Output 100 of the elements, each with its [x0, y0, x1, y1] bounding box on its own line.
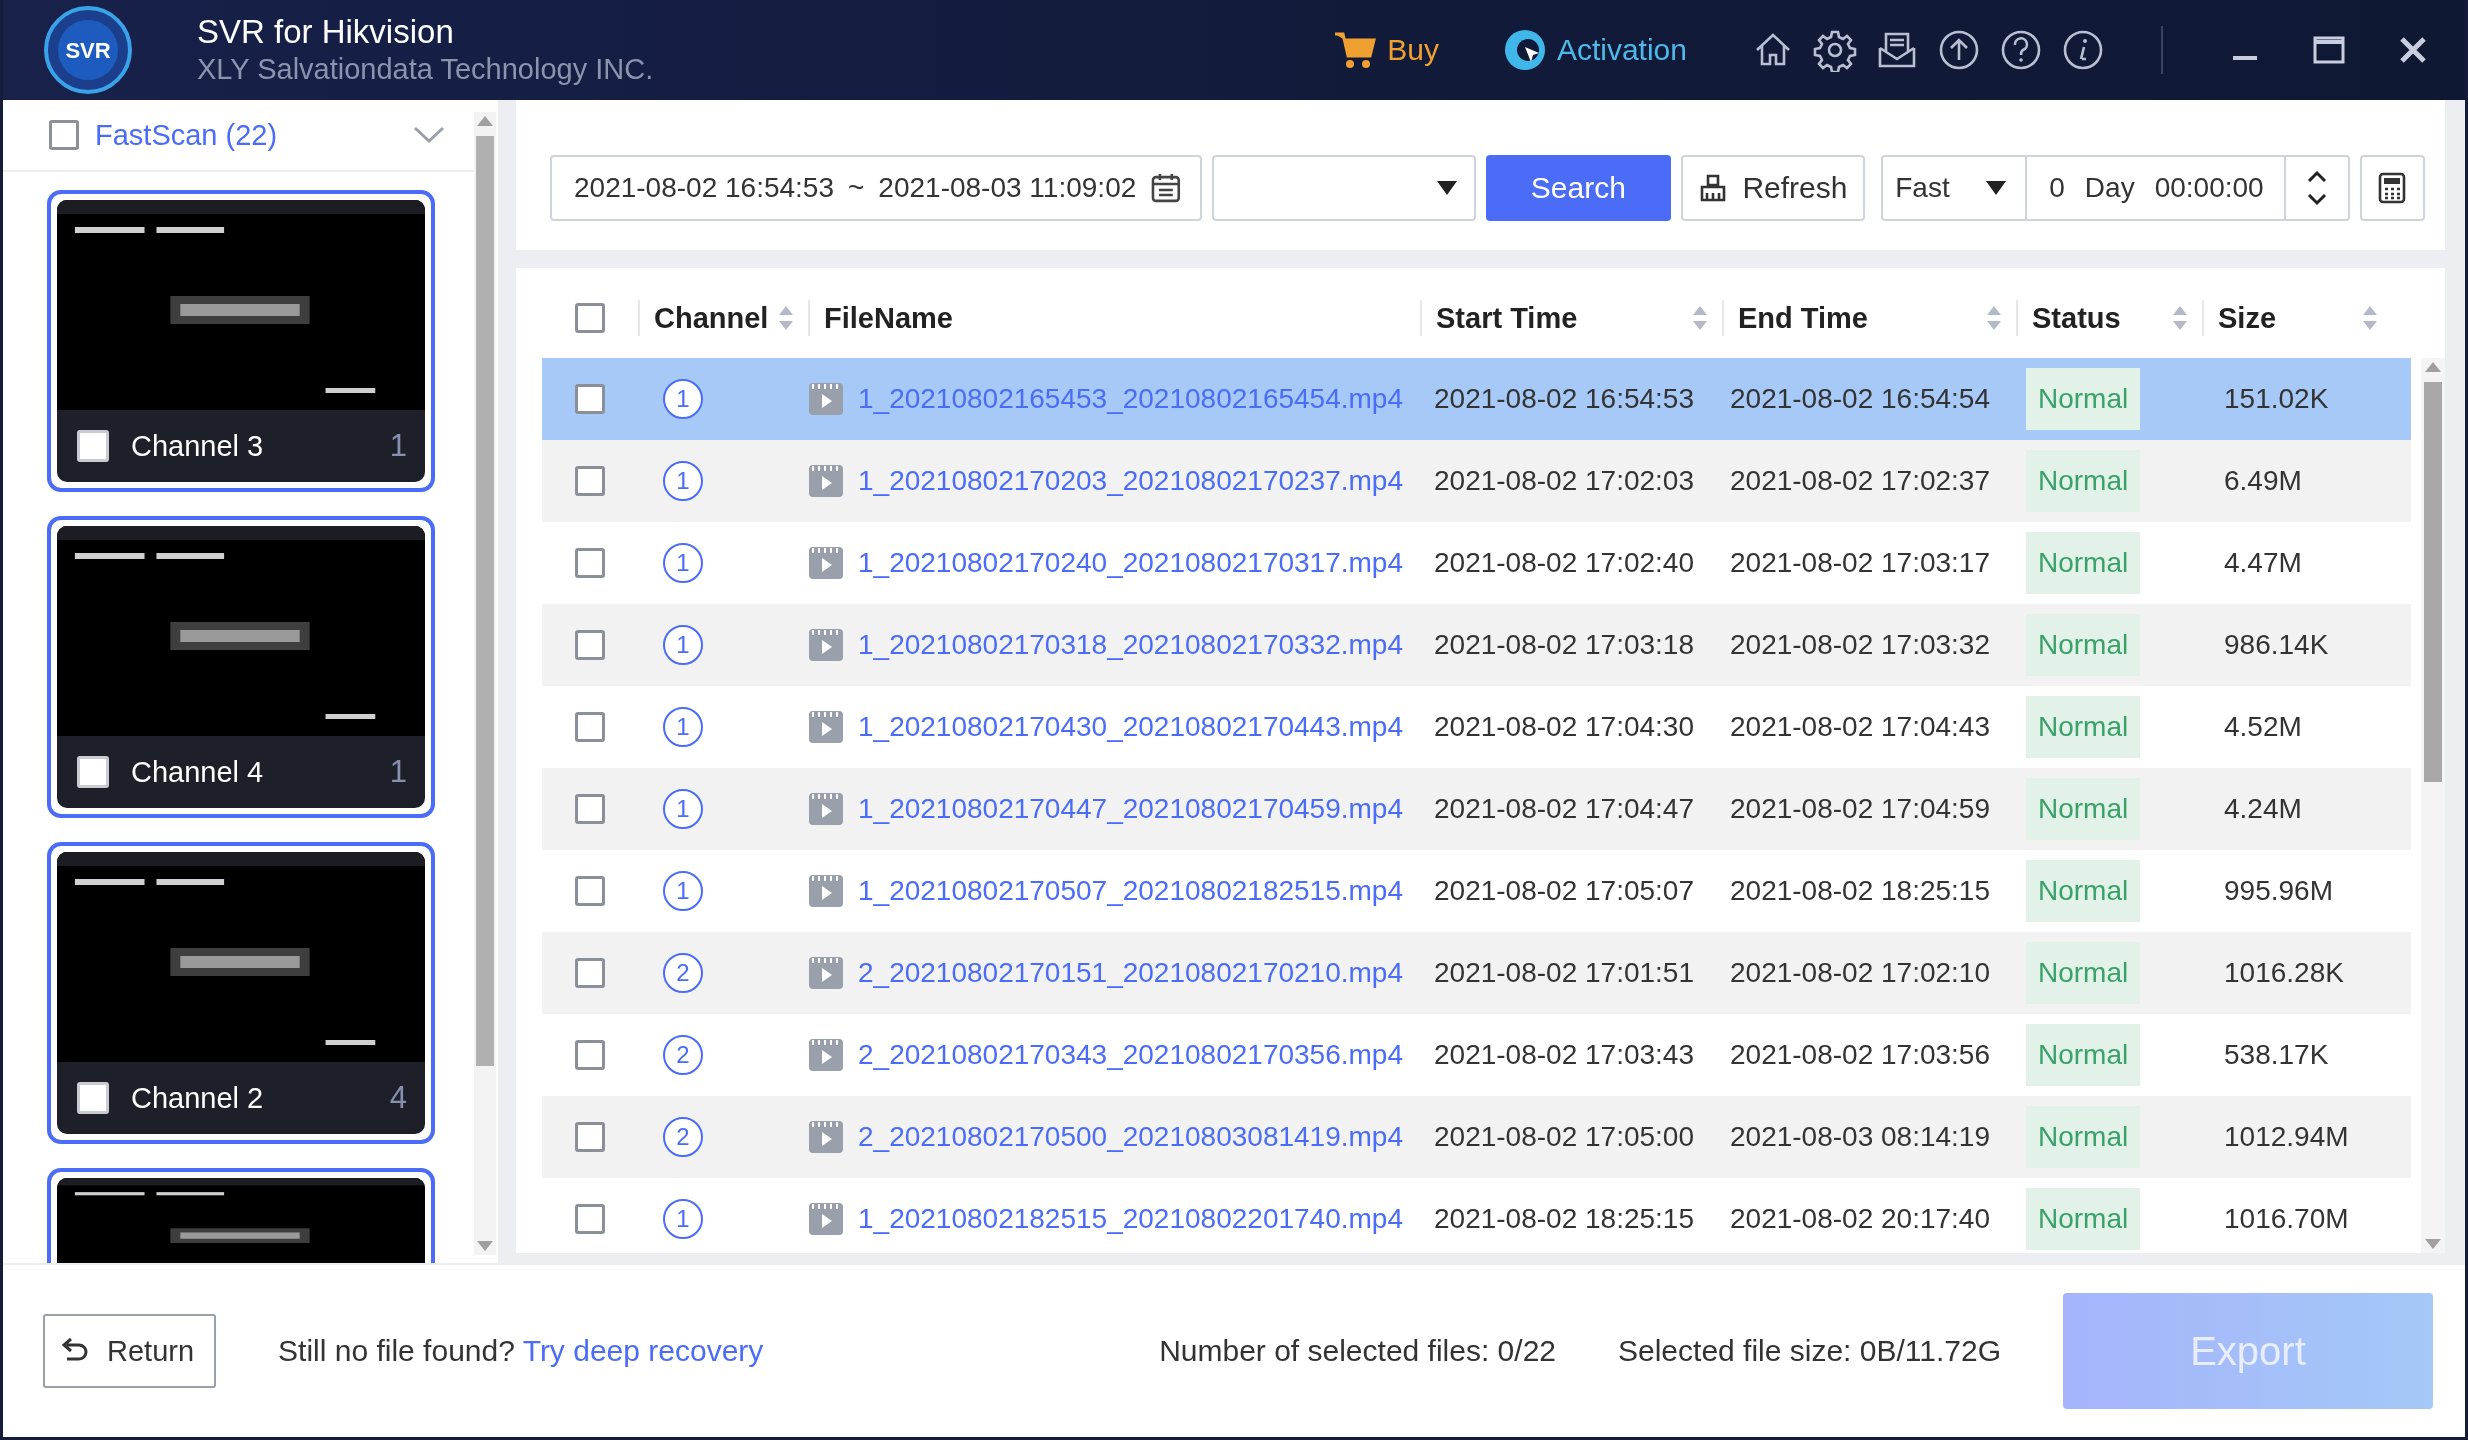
sort-icon[interactable] — [2172, 305, 2188, 331]
checkbox[interactable] — [575, 630, 605, 660]
activation-link[interactable]: Activation — [1502, 28, 1687, 72]
refresh-button[interactable]: Refresh — [1680, 155, 1866, 221]
column-header[interactable]: FileName — [808, 300, 1420, 336]
checkbox[interactable] — [575, 876, 605, 906]
start-time: 2021-08-02 17:05:00 — [1434, 1121, 1694, 1153]
checkbox[interactable] — [575, 303, 605, 333]
time-value[interactable]: 00:00:00 — [2154, 172, 2264, 204]
checkbox[interactable] — [575, 384, 605, 414]
calendar-icon[interactable] — [1150, 172, 1182, 204]
table-row[interactable]: 1 1_20210802170240_20210802170317.mp4 2021-08-02 17:02:40 2021-08-02 17:03:17 Normal 4.47M — [542, 522, 2411, 604]
end-date: 2021-08-03 11:09:02 — [878, 172, 1137, 204]
file-count: 1 — [389, 428, 407, 464]
group-label[interactable]: FastScan (22) — [95, 118, 396, 152]
help-icon[interactable] — [1999, 28, 2043, 72]
start-time: 2021-08-02 17:04:30 — [1434, 711, 1694, 743]
sort-icon[interactable] — [1986, 305, 2002, 331]
start-time: 2021-08-02 17:01:51 — [1434, 957, 1694, 989]
search-button[interactable]: Search — [1486, 155, 1671, 221]
table-row[interactable]: 1 1_20210802170203_20210802170237.mp4 2021-08-02 17:02:03 2021-08-02 17:02:37 Normal 6.49M — [542, 440, 2411, 522]
deep-recovery-link[interactable]: Try deep recovery — [522, 1334, 764, 1367]
upload-icon[interactable] — [1937, 28, 1981, 72]
checkbox[interactable] — [575, 1122, 605, 1152]
channel-name: Channel 2 — [131, 1081, 265, 1115]
video-file-icon — [808, 628, 844, 662]
status-tag: Normal — [2026, 1188, 2141, 1250]
table-row[interactable]: 1 1_20210802170507_20210802182515.mp4 2021-08-02 17:05:07 2021-08-02 18:25:15 Normal 995.96M — [542, 850, 2411, 932]
column-header[interactable]: Channel — [638, 300, 808, 336]
start-time: 2021-08-02 18:25:15 — [1434, 1203, 1694, 1235]
status-tag: Normal — [2026, 860, 2141, 922]
channel-badge: 1 — [663, 1199, 703, 1239]
column-header[interactable]: End Time — [1722, 300, 2016, 336]
sort-icon[interactable] — [1692, 305, 1708, 331]
table-row[interactable]: 1 1_20210802170447_20210802170459.mp4 2021-08-02 17:04:47 2021-08-02 17:04:59 Normal 4.24M — [542, 768, 2411, 850]
file-name-link[interactable]: 2_20210802170500_20210803081419.mp4 — [858, 1121, 1403, 1153]
column-header[interactable]: Size — [2202, 300, 2392, 336]
checkbox[interactable] — [575, 466, 605, 496]
file-name-link[interactable]: 1_20210802170447_20210802170459.mp4 — [858, 793, 1403, 825]
checkbox[interactable] — [575, 1040, 605, 1070]
end-time: 2021-08-02 17:02:37 — [1730, 465, 1990, 497]
info-icon[interactable] — [2061, 28, 2105, 72]
table-row[interactable]: 2 2_20210802170343_20210802170356.mp4 2021-08-02 17:03:43 2021-08-02 17:03:56 Normal 538.17K — [542, 1014, 2411, 1096]
file-size: 1016.28K — [2224, 957, 2344, 989]
scrollbar[interactable] — [2421, 358, 2445, 1253]
file-name-link[interactable]: 2_20210802170151_20210802170210.mp4 — [858, 957, 1403, 989]
channel-badge: 2 — [663, 1035, 703, 1075]
checkbox[interactable] — [49, 120, 79, 150]
settings-icon[interactable] — [1813, 28, 1857, 72]
app-subtitle: XLY Salvationdata Technology INC. — [197, 52, 655, 87]
video-file-icon — [808, 1038, 844, 1072]
sort-icon[interactable] — [2362, 305, 2378, 331]
table-row[interactable]: 1 1_20210802170430_20210802170443.mp4 2021-08-02 17:04:30 2021-08-02 17:04:43 Normal 4.52M — [542, 686, 2411, 768]
checkbox[interactable] — [77, 756, 109, 788]
file-name-link[interactable]: 1_20210802182515_20210802201740.mp4 — [858, 1203, 1403, 1235]
file-name-link[interactable]: 1_20210802170318_20210802170332.mp4 — [858, 629, 1403, 661]
checkbox[interactable] — [575, 548, 605, 578]
table-row[interactable]: 1 1_20210802182515_20210802201740.mp4 2021-08-02 18:25:15 2021-08-02 20:17:40 Normal 1016.70M — [542, 1178, 2411, 1253]
channel-badge: 2 — [663, 1117, 703, 1157]
mode-dropdown[interactable]: Fast — [1883, 157, 2028, 219]
end-time: 2021-08-02 16:54:54 — [1730, 383, 1990, 415]
channel-card[interactable]: Channel 2 4 — [47, 842, 435, 1144]
channel-card[interactable] — [47, 1168, 435, 1263]
video-file-icon — [808, 710, 844, 744]
file-name-link[interactable]: 1_20210802170240_20210802170317.mp4 — [858, 547, 1403, 579]
file-count: 1 — [389, 754, 407, 790]
checkbox[interactable] — [575, 712, 605, 742]
calculator-button[interactable] — [2359, 155, 2425, 221]
column-header[interactable]: Start Time — [1420, 300, 1722, 336]
end-time: 2021-08-03 08:14:19 — [1730, 1121, 1990, 1153]
buy-link[interactable]: Buy — [1333, 28, 1439, 72]
column-header[interactable]: Status — [2016, 300, 2202, 336]
spinner-icon[interactable] — [2305, 168, 2328, 208]
table-row[interactable]: 1 1_20210802170318_20210802170332.mp4 2021-08-02 17:03:18 2021-08-02 17:03:32 Normal 986.14K — [542, 604, 2411, 686]
file-name-link[interactable]: 1_20210802170507_20210802182515.mp4 — [858, 875, 1403, 907]
table-row[interactable]: 1 1_20210802165453_20210802165454.mp4 2021-08-02 16:54:53 2021-08-02 16:54:54 Normal 151.02K — [542, 358, 2411, 440]
table-row[interactable]: 2 2_20210802170151_20210802170210.mp4 2021-08-02 17:01:51 2021-08-02 17:02:10 Normal 1016.28K — [542, 932, 2411, 1014]
channel-card[interactable]: Channel 4 1 — [47, 516, 435, 818]
file-name-link[interactable]: 1_20210802170203_20210802170237.mp4 — [858, 465, 1403, 497]
return-button[interactable]: Return — [43, 1314, 217, 1388]
file-name-link[interactable]: 2_20210802170343_20210802170356.mp4 — [858, 1039, 1403, 1071]
hint-text: Still no file found? Try deep recovery — [278, 1334, 764, 1368]
date-range-field[interactable]: 2021-08-02 16:54:53 ~ 2021-08-03 11:09:02 — [550, 155, 1202, 221]
checkbox[interactable] — [575, 958, 605, 988]
file-size: 6.49M — [2224, 465, 2302, 497]
chevron-icon[interactable] — [412, 124, 446, 146]
status-tag: Normal — [2026, 614, 2141, 676]
sort-icon[interactable] — [778, 305, 794, 331]
file-name-link[interactable]: 1_20210802170430_20210802170443.mp4 — [858, 711, 1403, 743]
day-count[interactable]: 0 — [2049, 172, 2065, 204]
video-file-icon — [808, 546, 844, 580]
scrollbar[interactable] — [474, 112, 496, 1255]
checkbox[interactable] — [575, 794, 605, 824]
table-row[interactable]: 2 2_20210802170500_20210803081419.mp4 2021-08-02 17:05:00 2021-08-03 08:14:19 Normal 1012.94M — [542, 1096, 2411, 1178]
channel-card[interactable]: Channel 3 1 — [47, 190, 435, 492]
checkbox[interactable] — [77, 1082, 109, 1114]
status-tag: Normal — [2026, 1106, 2141, 1168]
checkbox[interactable] — [575, 1204, 605, 1234]
checkbox[interactable] — [77, 430, 109, 462]
start-time: 2021-08-02 16:54:53 — [1434, 383, 1694, 415]
